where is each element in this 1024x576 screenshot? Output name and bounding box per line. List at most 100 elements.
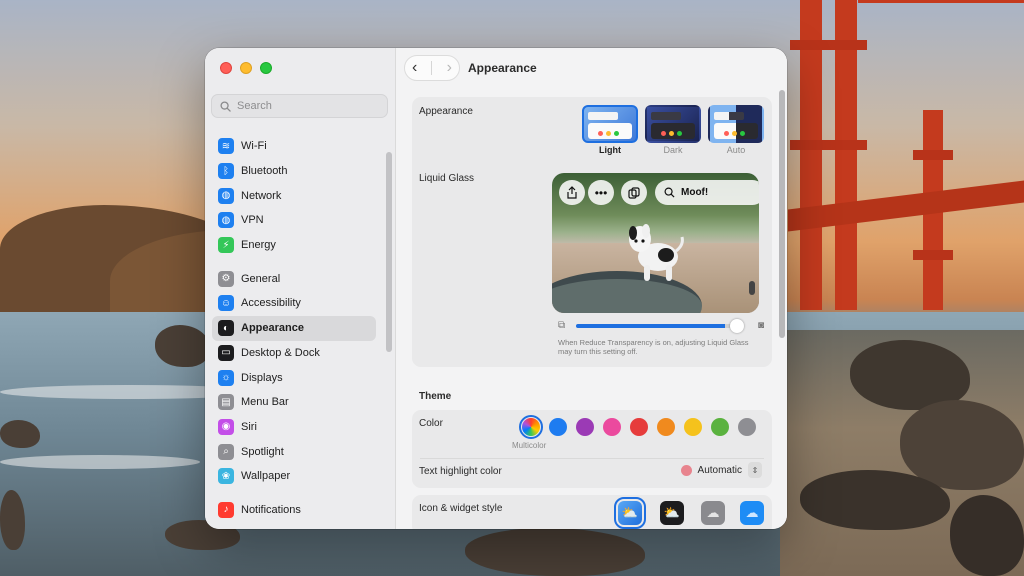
weather-icon: ⛅ bbox=[621, 505, 639, 520]
highlight-color-dot bbox=[680, 464, 692, 476]
dock-icon: ▭ bbox=[218, 344, 234, 361]
tabs-button[interactable] bbox=[621, 180, 647, 205]
flower-icon: ❀ bbox=[218, 468, 234, 485]
sidebar-item-appearance[interactable]: ◐ Appearance bbox=[212, 315, 376, 341]
sidebar-item-accessibility[interactable]: ☺ Accessibility bbox=[212, 291, 376, 316]
sidebar-item-energy[interactable]: ⚡ Energy bbox=[212, 233, 376, 258]
tabs-icon bbox=[628, 186, 640, 199]
appearance-label: Appearance bbox=[419, 106, 473, 117]
sidebar-item-label: Menu Bar bbox=[241, 396, 289, 409]
address-bar[interactable]: Moof! bbox=[655, 180, 759, 205]
color-swatch[interactable] bbox=[711, 418, 729, 436]
back-button[interactable]: ‹ bbox=[412, 60, 417, 76]
search-input[interactable] bbox=[237, 100, 377, 112]
sidebar-item-label: Desktop & Dock bbox=[241, 346, 320, 359]
icon-style-tinted[interactable]: ☁ bbox=[740, 501, 764, 525]
appearance-option-dark[interactable]: Dark bbox=[645, 105, 701, 155]
appearance-caption-auto: Auto bbox=[726, 145, 746, 155]
ellipsis-icon: ••• bbox=[594, 185, 608, 200]
highlight-color-popup[interactable]: Automatic ⇕ bbox=[680, 462, 762, 478]
bridge-tower bbox=[825, 0, 867, 310]
theme-group: Color Multicolor Text highlight color Au… bbox=[412, 410, 772, 488]
weather-icon: ☁ bbox=[706, 505, 720, 520]
color-swatch[interactable] bbox=[603, 418, 621, 436]
sidebar-item-label: Wi-Fi bbox=[241, 140, 267, 153]
bridge-cable bbox=[858, 0, 1024, 110]
search-icon bbox=[664, 187, 675, 198]
sidebar-item-vpn[interactable]: ◍ VPN bbox=[212, 208, 376, 233]
color-swatch[interactable] bbox=[549, 418, 567, 436]
sidebar-item-general[interactable]: ⚙ General bbox=[212, 266, 376, 291]
wifi-icon: ≋ bbox=[218, 138, 234, 155]
icon-style-group: Icon & widget style ⛅ ⛅ ☁ ☁ bbox=[412, 495, 772, 529]
share-button[interactable] bbox=[559, 180, 585, 205]
minimize-button[interactable] bbox=[240, 62, 252, 74]
light-thumbnail bbox=[582, 105, 638, 143]
sidebar-item-menu-bar[interactable]: ▤ Menu Bar bbox=[212, 390, 376, 415]
preview-scrollbar bbox=[749, 281, 755, 295]
slider-track bbox=[576, 324, 736, 328]
sidebar-item-label: Bluetooth bbox=[241, 165, 288, 178]
search-field[interactable] bbox=[211, 94, 388, 118]
sidebar-item-notifications[interactable]: ♪ Notifications bbox=[212, 498, 376, 523]
icon-style-dark[interactable]: ⛅ bbox=[660, 501, 684, 525]
sidebar-item-label: Network bbox=[241, 189, 282, 202]
dark-thumbnail bbox=[645, 105, 701, 143]
sidebar-item-label: Notifications bbox=[241, 503, 301, 516]
color-swatch[interactable] bbox=[738, 418, 756, 436]
zoom-button[interactable] bbox=[260, 62, 272, 74]
color-swatch[interactable] bbox=[630, 418, 648, 436]
accessibility-icon: ☺ bbox=[218, 295, 234, 312]
liquid-glass-slider[interactable]: ⧉ ◙ bbox=[558, 319, 764, 333]
sidebar-item-network[interactable]: ◍ Network bbox=[212, 183, 376, 208]
color-swatch[interactable] bbox=[684, 418, 702, 436]
color-swatch[interactable] bbox=[657, 418, 675, 436]
sidebar-item-label: Energy bbox=[241, 239, 276, 252]
weather-icon: ⛅ bbox=[663, 505, 681, 520]
nav-separator bbox=[431, 61, 433, 75]
icon-style-default[interactable]: ⛅ bbox=[614, 497, 646, 529]
sidebar-item-desktop-dock[interactable]: ▭ Desktop & Dock bbox=[212, 341, 376, 366]
sidebar-item-spotlight[interactable]: ⌕ Spotlight bbox=[212, 439, 376, 464]
sidebar-item-label: Spotlight bbox=[241, 445, 284, 458]
color-swatch[interactable] bbox=[576, 418, 594, 436]
divider bbox=[420, 458, 764, 459]
color-label: Color bbox=[419, 418, 443, 429]
highlight-color-label: Text highlight color bbox=[419, 466, 502, 477]
icon-style-label: Icon & widget style bbox=[419, 503, 503, 514]
bolt-icon: ⚡ bbox=[218, 237, 234, 254]
slider-knob[interactable] bbox=[730, 319, 744, 333]
liquid-glass-preview: ••• Moof! bbox=[552, 173, 759, 313]
toolbar: ‹ › Appearance bbox=[396, 48, 787, 88]
sidebar: ≋ Wi-Fi ᛒ Bluetooth ◍ Network ◍ VPN ⚡ Energy ⚙ Gene… bbox=[205, 48, 396, 529]
sidebar-item-label: Siri bbox=[241, 420, 257, 433]
window-controls bbox=[220, 62, 272, 74]
sidebar-item-siri[interactable]: ◉ Siri bbox=[212, 415, 376, 440]
tinted-glass-icon: ◙ bbox=[757, 320, 764, 331]
sidebar-scrollbar[interactable] bbox=[386, 152, 392, 352]
appearance-option-light[interactable]: Light bbox=[582, 105, 638, 155]
selected-color-caption: Multicolor bbox=[512, 441, 547, 450]
gear-icon: ⚙ bbox=[218, 270, 234, 287]
icon-style-clear[interactable]: ☁ bbox=[701, 501, 725, 525]
wallpaper-wave bbox=[0, 455, 200, 469]
appearance-group: Appearance Light Dark Auto Liquid Glass … bbox=[412, 97, 772, 367]
weather-icon: ☁ bbox=[745, 505, 759, 520]
appearance-option-auto[interactable]: Auto bbox=[708, 105, 764, 155]
sidebar-item-wallpaper[interactable]: ❀ Wallpaper bbox=[212, 464, 376, 489]
forward-button[interactable]: › bbox=[447, 60, 452, 76]
main-scrollbar[interactable] bbox=[779, 90, 785, 338]
close-button[interactable] bbox=[220, 62, 232, 74]
color-swatch-multicolor[interactable] bbox=[519, 415, 543, 439]
sidebar-item-label: Appearance bbox=[241, 322, 304, 335]
more-button[interactable]: ••• bbox=[588, 180, 614, 205]
highlight-color-value: Automatic bbox=[697, 464, 742, 476]
reduce-transparency-note: When Reduce Transparency is on, adjustin… bbox=[558, 338, 749, 356]
sidebar-item-label: Wallpaper bbox=[241, 470, 291, 483]
globe-icon: ◍ bbox=[218, 187, 234, 204]
sidebar-item-bluetooth[interactable]: ᛒ Bluetooth bbox=[212, 159, 376, 184]
sidebar-item-wi-fi[interactable]: ≋ Wi-Fi bbox=[212, 134, 376, 159]
sidebar-item-displays[interactable]: ☼ Displays bbox=[212, 365, 376, 390]
bridge-tower bbox=[790, 0, 832, 310]
appearance-icon: ◐ bbox=[218, 320, 234, 337]
